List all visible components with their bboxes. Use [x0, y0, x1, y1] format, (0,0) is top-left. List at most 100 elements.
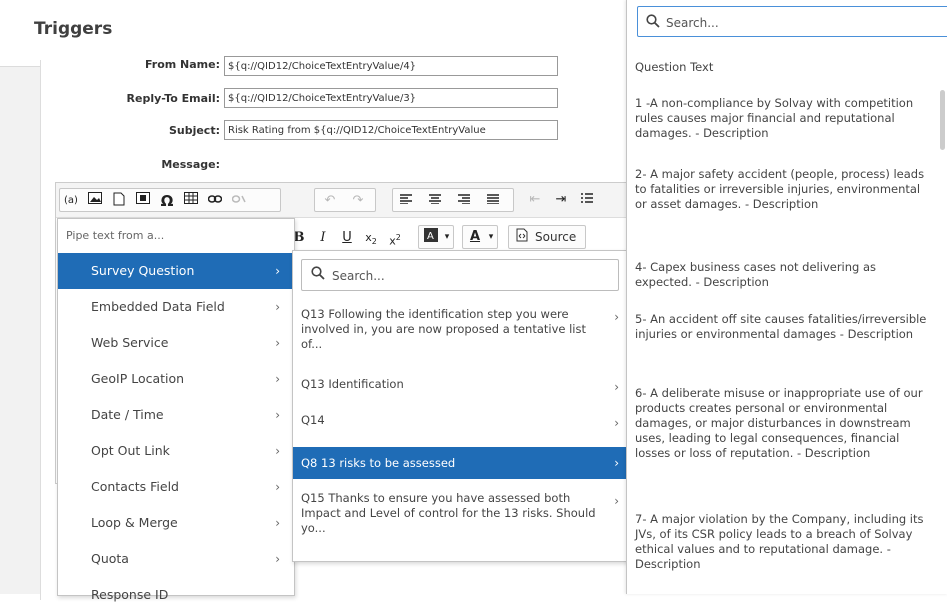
field-item-risk-1[interactable]: 1 -A non-compliance by Solvay with compe…: [635, 96, 935, 141]
search-icon: [646, 14, 660, 28]
chevron-down-icon: ▾: [444, 232, 450, 242]
field-item-risk-2[interactable]: 2- A major safety accident (people, proc…: [635, 167, 935, 212]
question-item-q14[interactable]: Q14 ›: [293, 413, 629, 433]
text-color-button[interactable]: A ▾: [462, 225, 498, 249]
field-item-risk-6[interactable]: 6- A deliberate misuse or inappropriate …: [635, 386, 935, 461]
question-item-label: Q15 Thanks to ensure you have assessed b…: [301, 491, 596, 535]
menu-item-label: Embedded Data Field: [91, 299, 225, 314]
italic-icon[interactable]: I: [314, 229, 332, 247]
svg-text:A: A: [427, 231, 434, 242]
special-character-icon[interactable]: Ω: [158, 192, 176, 210]
bulleted-list-icon[interactable]: [578, 191, 596, 209]
table-icon[interactable]: [182, 192, 200, 210]
menu-item-label: Date / Time: [91, 407, 164, 422]
question-item-label: Q8 13 risks to be assessed: [301, 456, 456, 470]
chevron-right-icon: ›: [614, 416, 619, 430]
chevron-right-icon: ›: [614, 456, 619, 470]
chevron-right-icon: ›: [614, 494, 619, 508]
redo-icon: ↷: [352, 193, 364, 208]
menu-item-label: Response ID: [91, 587, 169, 602]
menu-item-label: Web Service: [91, 335, 169, 350]
link-icon[interactable]: [206, 192, 224, 210]
question-item-q8-13-risks[interactable]: Q8 13 risks to be assessed ›: [293, 447, 629, 479]
align-center-icon[interactable]: [426, 192, 444, 210]
chevron-right-icon: ›: [614, 380, 619, 394]
scrollbar-thumb[interactable]: [940, 90, 945, 150]
pipe-text-menu: Pipe text from a... Survey Question › Em…: [57, 218, 295, 602]
indent-icon[interactable]: ⇥: [552, 191, 570, 209]
chevron-right-icon: ›: [614, 310, 619, 324]
chevron-right-icon: ›: [275, 552, 280, 566]
background-color-button[interactable]: A ▾: [418, 225, 454, 249]
question-search-input[interactable]: [330, 264, 614, 288]
menu-item-contacts-field[interactable]: Contacts Field ›: [58, 469, 294, 505]
justify-icon[interactable]: [484, 192, 502, 210]
survey-question-submenu: Q13 Following the identification step yo…: [292, 250, 630, 562]
question-search-box: [301, 259, 619, 291]
question-item-q13-following[interactable]: Q13 Following the identification step yo…: [293, 307, 629, 355]
question-item-label: Q13 Following the identification step yo…: [301, 307, 587, 351]
menu-item-web-service[interactable]: Web Service ›: [58, 325, 294, 361]
pipe-text-menu-header: Pipe text from a...: [66, 229, 165, 242]
field-item-question-text[interactable]: Question Text: [635, 60, 935, 75]
undo-redo-group: ↶ ↷: [314, 188, 376, 212]
menu-item-opt-out-link[interactable]: Opt Out Link ›: [58, 433, 294, 469]
menu-item-label: Loop & Merge: [91, 515, 178, 530]
pipe-text-icon[interactable]: (a): [62, 192, 80, 210]
align-left-icon[interactable]: [397, 192, 415, 210]
question-fields-panel: Question Text 1 -A non-compliance by Sol…: [626, 0, 947, 594]
underline-icon[interactable]: U: [338, 229, 356, 247]
reply-to-email-field[interactable]: ${q://QID12/ChoiceTextEntryValue/3}: [224, 88, 558, 108]
chevron-right-icon: ›: [275, 444, 280, 458]
field-item-risk-5[interactable]: 5- An accident off site causes fatalitie…: [635, 312, 935, 342]
message-label: Message:: [161, 158, 220, 171]
question-item-q15-thanks[interactable]: Q15 Thanks to ensure you have assessed b…: [293, 491, 629, 539]
superscript-icon[interactable]: x2: [386, 229, 404, 248]
source-icon: [513, 228, 531, 246]
menu-item-survey-question[interactable]: Survey Question ›: [58, 253, 294, 289]
from-name-field[interactable]: ${q://QID12/ChoiceTextEntryValue/4}: [224, 56, 558, 76]
chevron-right-icon: ›: [275, 480, 280, 494]
media-icon[interactable]: [134, 192, 152, 210]
reply-to-label: Reply-To Email:: [126, 92, 220, 105]
menu-item-label: Opt Out Link: [91, 443, 170, 458]
field-search-input[interactable]: [664, 11, 947, 35]
subject-field[interactable]: Risk Rating from ${q://QID12/ChoiceTextE…: [224, 120, 558, 140]
field-item-risk-7[interactable]: 7- A major violation by the Company, inc…: [635, 512, 935, 572]
insert-toolbar-group: (a) Ω: [59, 188, 281, 212]
unlink-icon: [230, 192, 248, 210]
question-item-label: Q13 Identification: [301, 377, 404, 391]
menu-item-label: Contacts Field: [91, 479, 179, 494]
source-label: Source: [535, 230, 577, 244]
chevron-right-icon: ›: [275, 264, 280, 278]
menu-item-label: Quota: [91, 551, 129, 566]
field-item-risk-4[interactable]: 4- Capex business cases not delivering a…: [635, 260, 935, 290]
chevron-right-icon: ›: [275, 336, 280, 350]
menu-item-geoip-location[interactable]: GeoIP Location ›: [58, 361, 294, 397]
chevron-right-icon: ›: [275, 372, 280, 386]
menu-item-quota[interactable]: Quota ›: [58, 541, 294, 577]
question-item-label: Q14: [301, 413, 325, 427]
subject-label: Subject:: [168, 124, 220, 137]
menu-item-date-time[interactable]: Date / Time ›: [58, 397, 294, 433]
image-icon[interactable]: [86, 192, 104, 210]
chevron-right-icon: ›: [275, 300, 280, 314]
source-button[interactable]: Source: [508, 225, 586, 249]
menu-item-response-id[interactable]: Response ID: [58, 577, 294, 613]
from-name-label: From Name:: [144, 58, 220, 71]
subscript-icon[interactable]: x2: [362, 229, 380, 247]
chevron-right-icon: ›: [275, 408, 280, 422]
menu-item-embedded-data-field[interactable]: Embedded Data Field ›: [58, 289, 294, 325]
menu-item-label: GeoIP Location: [91, 371, 185, 386]
field-search-box: [637, 6, 947, 37]
chevron-down-icon: ▾: [488, 232, 494, 242]
undo-icon: ↶: [324, 193, 336, 208]
question-item-q13-identification[interactable]: Q13 Identification ›: [293, 377, 629, 397]
file-icon[interactable]: [110, 192, 128, 210]
align-right-icon[interactable]: [455, 192, 473, 210]
chevron-right-icon: ›: [275, 516, 280, 530]
menu-item-loop-merge[interactable]: Loop & Merge ›: [58, 505, 294, 541]
menu-item-label: Survey Question: [91, 263, 195, 278]
search-icon: [311, 266, 325, 280]
editor-toolbar: (a) Ω ↶ ↷ ⇤ ⇥: [56, 183, 631, 218]
